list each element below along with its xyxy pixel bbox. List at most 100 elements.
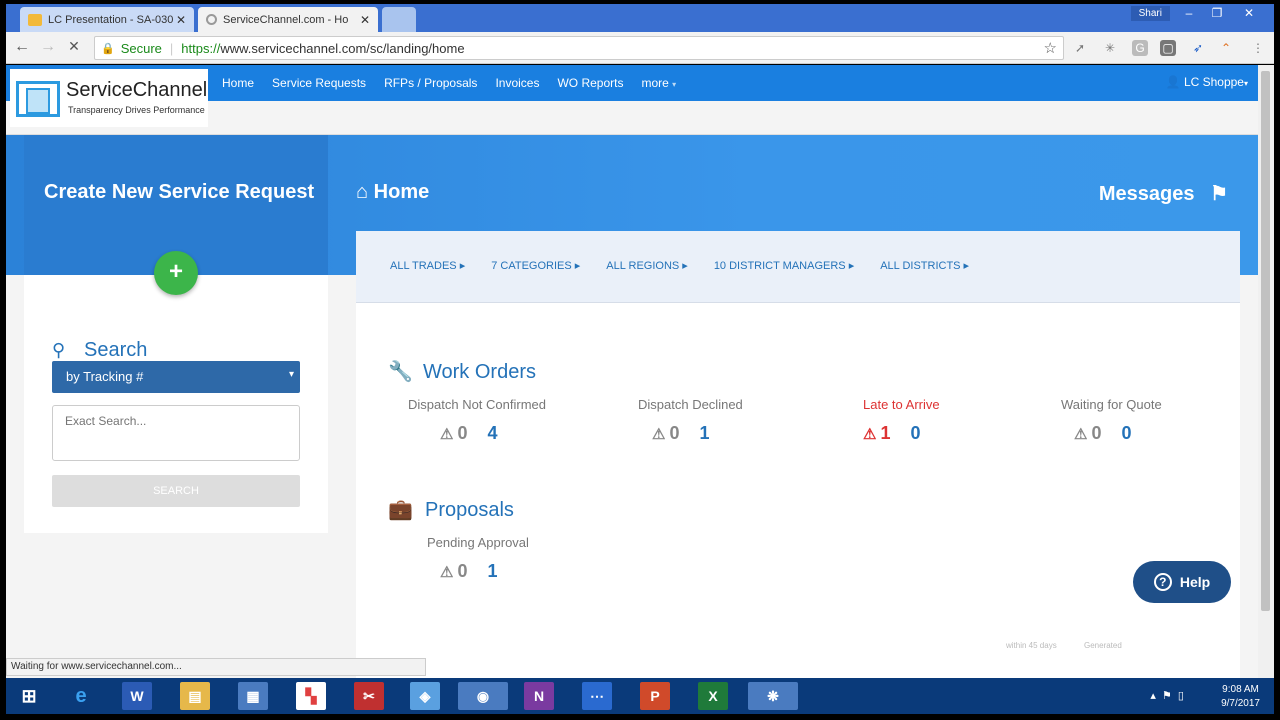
search-icon: ⚲	[52, 340, 66, 360]
scroll-thumb[interactable]	[1261, 71, 1270, 611]
alert-count[interactable]: 0	[669, 423, 679, 444]
tab-title: ServiceChannel.com - Ho	[223, 13, 349, 26]
close-tab-icon[interactable]: ✕	[176, 13, 186, 27]
nav-more[interactable]: more ▾	[641, 76, 676, 90]
extension-square-icon[interactable]: ▢	[1160, 40, 1176, 56]
home-icon: ⌂	[356, 181, 369, 203]
clock[interactable]: 9:08 AM 9/7/2017	[1221, 683, 1260, 711]
total-count[interactable]: 1	[699, 423, 709, 444]
filter-district-managers[interactable]: 10 DISTRICT MANAGERS ▸	[714, 259, 854, 272]
chrome-icon[interactable]: ◉	[458, 682, 508, 710]
internet-explorer-icon[interactable]: e	[66, 682, 96, 710]
powerpoint-icon[interactable]: P	[640, 682, 670, 710]
nav-home[interactable]: Home	[222, 76, 254, 90]
filter-trades[interactable]: ALL TRADES ▸	[390, 259, 465, 272]
windows-start-icon[interactable]: ⊞	[14, 682, 44, 710]
metric-waiting-for-quote: ⚠ 0 0	[1074, 423, 1131, 444]
restore-icon[interactable]: ❐	[1204, 6, 1230, 20]
url-path: www.servicechannel.com/sc/landing/home	[220, 40, 465, 56]
settings-gear-icon[interactable]: ❋	[748, 682, 798, 710]
system-tray[interactable]: ▴ ⚑ ▯	[1150, 689, 1184, 702]
windows-app-icon[interactable]: ▦	[238, 682, 268, 710]
search-heading: ⚲ Search	[52, 339, 147, 362]
question-icon: ?	[1153, 573, 1172, 591]
address-bar[interactable]: 🔒 Secure | https:// www.servicechannel.c…	[94, 36, 1064, 60]
home-heading: ⌂ Home	[356, 181, 429, 204]
search-type-select[interactable]: by Tracking # ▾	[52, 361, 300, 393]
extension-rocket-icon[interactable]: ➶	[1190, 40, 1206, 56]
new-tab-button[interactable]	[382, 7, 416, 32]
user-icon: 👤	[1165, 75, 1181, 89]
help-button[interactable]: ? Help	[1133, 561, 1231, 603]
url-scheme: https://	[181, 40, 221, 56]
word-icon[interactable]: W	[122, 682, 152, 710]
file-explorer-icon[interactable]: ▤	[180, 682, 210, 710]
total-count[interactable]: 0	[1121, 423, 1131, 444]
filter-label: 7 CATEGORIES	[491, 260, 572, 272]
extension-asterisk-icon[interactable]: ✳	[1102, 40, 1118, 56]
work-orders-title[interactable]: Work Orders	[423, 361, 536, 384]
divider: |	[169, 40, 174, 56]
chat-icon[interactable]: ⋯	[582, 682, 612, 710]
messages-link[interactable]: Messages ⚑	[1099, 181, 1228, 206]
extension-share-icon[interactable]: ➚	[1072, 40, 1088, 56]
browser-title-bar: LC Presentation - SA-030 ✕ ServiceChanne…	[6, 4, 1274, 32]
logo-tagline: Transparency Drives Performance	[68, 105, 205, 115]
total-count[interactable]: 4	[487, 423, 497, 444]
warning-icon: ⚠	[863, 425, 877, 443]
messages-title: Messages	[1098, 183, 1195, 205]
filter-categories[interactable]: 7 CATEGORIES ▸	[491, 259, 580, 272]
onenote-icon[interactable]: N	[524, 682, 554, 710]
footer-note: Generated	[1084, 641, 1122, 650]
tab-servicechannel[interactable]: ServiceChannel.com - Ho ✕	[198, 7, 378, 32]
profile-chip[interactable]: Shari	[1130, 6, 1170, 21]
close-window-icon[interactable]: ✕	[1236, 6, 1262, 20]
page-scrollbar[interactable]	[1258, 65, 1274, 678]
minimize-icon[interactable]: –	[1176, 6, 1202, 20]
total-count[interactable]: 1	[487, 561, 497, 582]
stop-icon[interactable]: ✕	[64, 38, 84, 55]
extension-g-icon[interactable]: G	[1132, 40, 1148, 56]
metric-pending-approval: ⚠ 0 1	[440, 561, 497, 582]
notes-icon[interactable]: ◈	[410, 682, 440, 710]
filter-districts[interactable]: ALL DISTRICTS ▸	[880, 259, 969, 272]
back-icon[interactable]: ←	[12, 38, 32, 56]
exact-search-input[interactable]	[52, 405, 300, 461]
nav-service-requests[interactable]: Service Requests	[272, 76, 366, 90]
menu-dots-icon[interactable]: ⋮	[1250, 40, 1266, 56]
alert-count[interactable]: 0	[457, 423, 467, 444]
search-type-value: by Tracking #	[66, 369, 144, 384]
clock-time: 9:08 AM	[1222, 684, 1259, 695]
close-tab-icon[interactable]: ✕	[360, 13, 370, 27]
metric-dispatch-declined: ⚠ 0 1	[652, 423, 709, 444]
apps-grid-icon[interactable]: ▚	[296, 682, 326, 710]
metric-dispatch-not-confirmed: ⚠ 0 4	[440, 423, 497, 444]
nav-rfps-proposals[interactable]: RFPs / Proposals	[384, 76, 477, 90]
create-request-button[interactable]: +	[154, 251, 198, 295]
search-title: Search	[84, 339, 148, 361]
nav-wo-reports[interactable]: WO Reports	[557, 76, 623, 90]
search-panel: ⚲ Search by Tracking # ▾ SEARCH	[24, 275, 328, 533]
alert-count[interactable]: 0	[457, 561, 467, 582]
extension-drive-icon[interactable]: ⌃	[1218, 40, 1234, 56]
windows-taskbar: ⊞ e W ▤ ▦ ▚ ✂ ◈ ◉ N ⋯ P X ❋ ▴ ⚑ ▯ 9:08 A…	[6, 678, 1274, 714]
proposals-title[interactable]: Proposals	[425, 499, 514, 522]
user-menu[interactable]: 👤 LC Shoppe▾	[1166, 75, 1248, 89]
tab-lc-presentation[interactable]: LC Presentation - SA-030 ✕	[20, 7, 194, 32]
search-button[interactable]: SEARCH	[52, 475, 300, 507]
alert-count[interactable]: 1	[880, 423, 890, 444]
alert-count[interactable]: 0	[1091, 423, 1101, 444]
bookmark-star-icon[interactable]: ☆	[1044, 39, 1057, 57]
nav-invoices[interactable]: Invoices	[495, 76, 539, 90]
forward-icon[interactable]: →	[38, 38, 58, 56]
servicechannel-logo[interactable]: ServiceChannel Transparency Drives Perfo…	[10, 69, 208, 127]
loading-spinner-icon	[206, 14, 217, 25]
tab-title: LC Presentation - SA-030	[48, 13, 174, 26]
total-count[interactable]: 0	[910, 423, 920, 444]
briefcase-icon: 💼	[388, 499, 413, 521]
snipping-icon[interactable]: ✂	[354, 682, 384, 710]
excel-icon[interactable]: X	[698, 682, 728, 710]
filter-regions[interactable]: ALL REGIONS ▸	[606, 259, 688, 272]
filter-label: ALL TRADES	[390, 260, 457, 272]
help-label: Help	[1179, 574, 1211, 590]
